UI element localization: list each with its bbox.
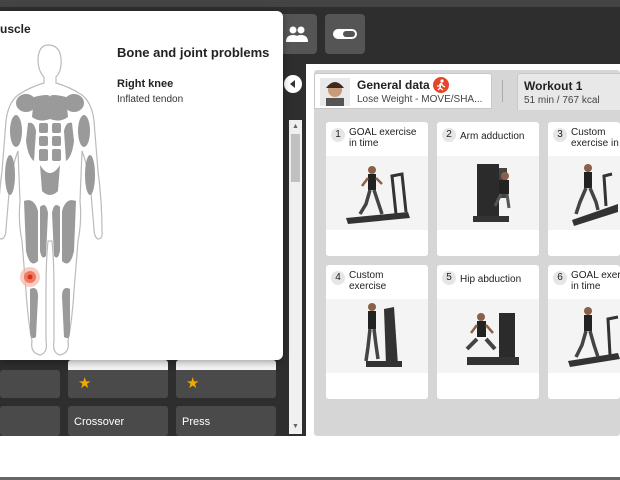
library-card-label: Press	[182, 416, 211, 428]
tab-workout-1[interactable]: Workout 1 51 min / 767 kcal	[517, 73, 620, 110]
exercise-label: Custom exercise	[349, 270, 387, 292]
exercise-card[interactable]: 2 Arm adduction	[437, 122, 539, 256]
exercise-label: GOAL exer in time	[571, 270, 620, 292]
tab-divider	[502, 80, 503, 102]
exercise-card[interactable]: 6 GOAL exer in time	[548, 265, 620, 399]
treadmill-runner-icon	[326, 156, 428, 230]
scroll-down-icon[interactable]: ▼	[289, 422, 302, 432]
library-card[interactable]: ★	[68, 360, 168, 398]
exercise-label: GOAL exercise in time	[349, 127, 417, 149]
body-map-icon[interactable]	[0, 41, 110, 359]
star-icon: ★	[186, 375, 200, 392]
exercise-card[interactable]: 5 Hip abduction	[437, 265, 539, 399]
exercise-card-footer	[437, 230, 539, 256]
exercise-number: 6	[553, 271, 567, 285]
star-icon: ★	[78, 375, 92, 392]
pill-icon	[333, 29, 357, 39]
library-card[interactable]	[0, 370, 60, 398]
problem-location: Right knee	[117, 78, 174, 90]
library-scrollbar[interactable]: ▲ ▼	[289, 120, 302, 434]
exercise-card[interactable]: 4 Custom exercise	[326, 265, 428, 399]
muscle-problems-popup: uscle Bone and joint problems Right knee…	[0, 11, 283, 360]
workout-subtitle: 51 min / 767 kcal	[524, 95, 600, 106]
exercise-card-footer	[548, 373, 620, 399]
exercise-card-footer	[326, 230, 428, 256]
users-icon	[286, 26, 308, 42]
problem-description: Inflated tendon	[117, 94, 184, 105]
chevron-left-icon	[290, 80, 295, 88]
scroll-up-icon[interactable]: ▲	[289, 122, 302, 132]
scroll-thumb[interactable]	[291, 134, 300, 182]
workout-title: Workout 1	[524, 79, 583, 93]
hip-abduction-machine-icon	[437, 299, 539, 373]
general-data-subtitle: Lose Weight - MOVE/SHA...	[357, 94, 483, 105]
exercise-number: 5	[442, 271, 456, 285]
exercise-number: 3	[553, 128, 567, 142]
arm-adduction-machine-icon	[437, 156, 539, 230]
problem-heading: Bone and joint problems	[117, 45, 270, 60]
popup-title: uscle	[0, 22, 31, 36]
stair-climber-icon	[326, 299, 428, 373]
library-card-crossover[interactable]: Crossover	[68, 406, 168, 436]
pill-button[interactable]	[325, 14, 365, 54]
bottom-bar	[0, 436, 620, 480]
exercise-card[interactable]: 3 Custom exercise in	[548, 122, 620, 256]
exercise-card-footer	[548, 230, 620, 256]
collapse-panel-button[interactable]	[284, 75, 302, 93]
library-card[interactable]	[0, 406, 60, 436]
general-data-title: General data	[357, 78, 430, 92]
exercise-label: Custom exercise in	[571, 127, 619, 149]
exercise-label: Hip abduction	[460, 274, 522, 285]
elliptical-trainer-icon	[548, 156, 620, 230]
exercise-card[interactable]: 1 GOAL exercise in time	[326, 122, 428, 256]
top-stripe	[0, 0, 620, 7]
library-card-label: Crossover	[74, 416, 125, 428]
library-card[interactable]: ★	[176, 360, 276, 398]
library-card-press[interactable]: Press	[176, 406, 276, 436]
exercise-card-footer	[437, 373, 539, 399]
exercise-number: 2	[442, 128, 456, 142]
exercise-label: Arm adduction	[460, 131, 525, 142]
avatar	[320, 78, 350, 106]
exercise-card-footer	[326, 373, 428, 399]
running-person-icon	[433, 77, 449, 93]
exercise-number: 4	[331, 271, 345, 285]
tab-general-data[interactable]: General data Lose Weight - MOVE/SHA...	[314, 73, 492, 109]
treadmill-runner-icon	[548, 299, 620, 373]
users-button[interactable]	[277, 14, 317, 54]
exercise-number: 1	[331, 128, 345, 142]
